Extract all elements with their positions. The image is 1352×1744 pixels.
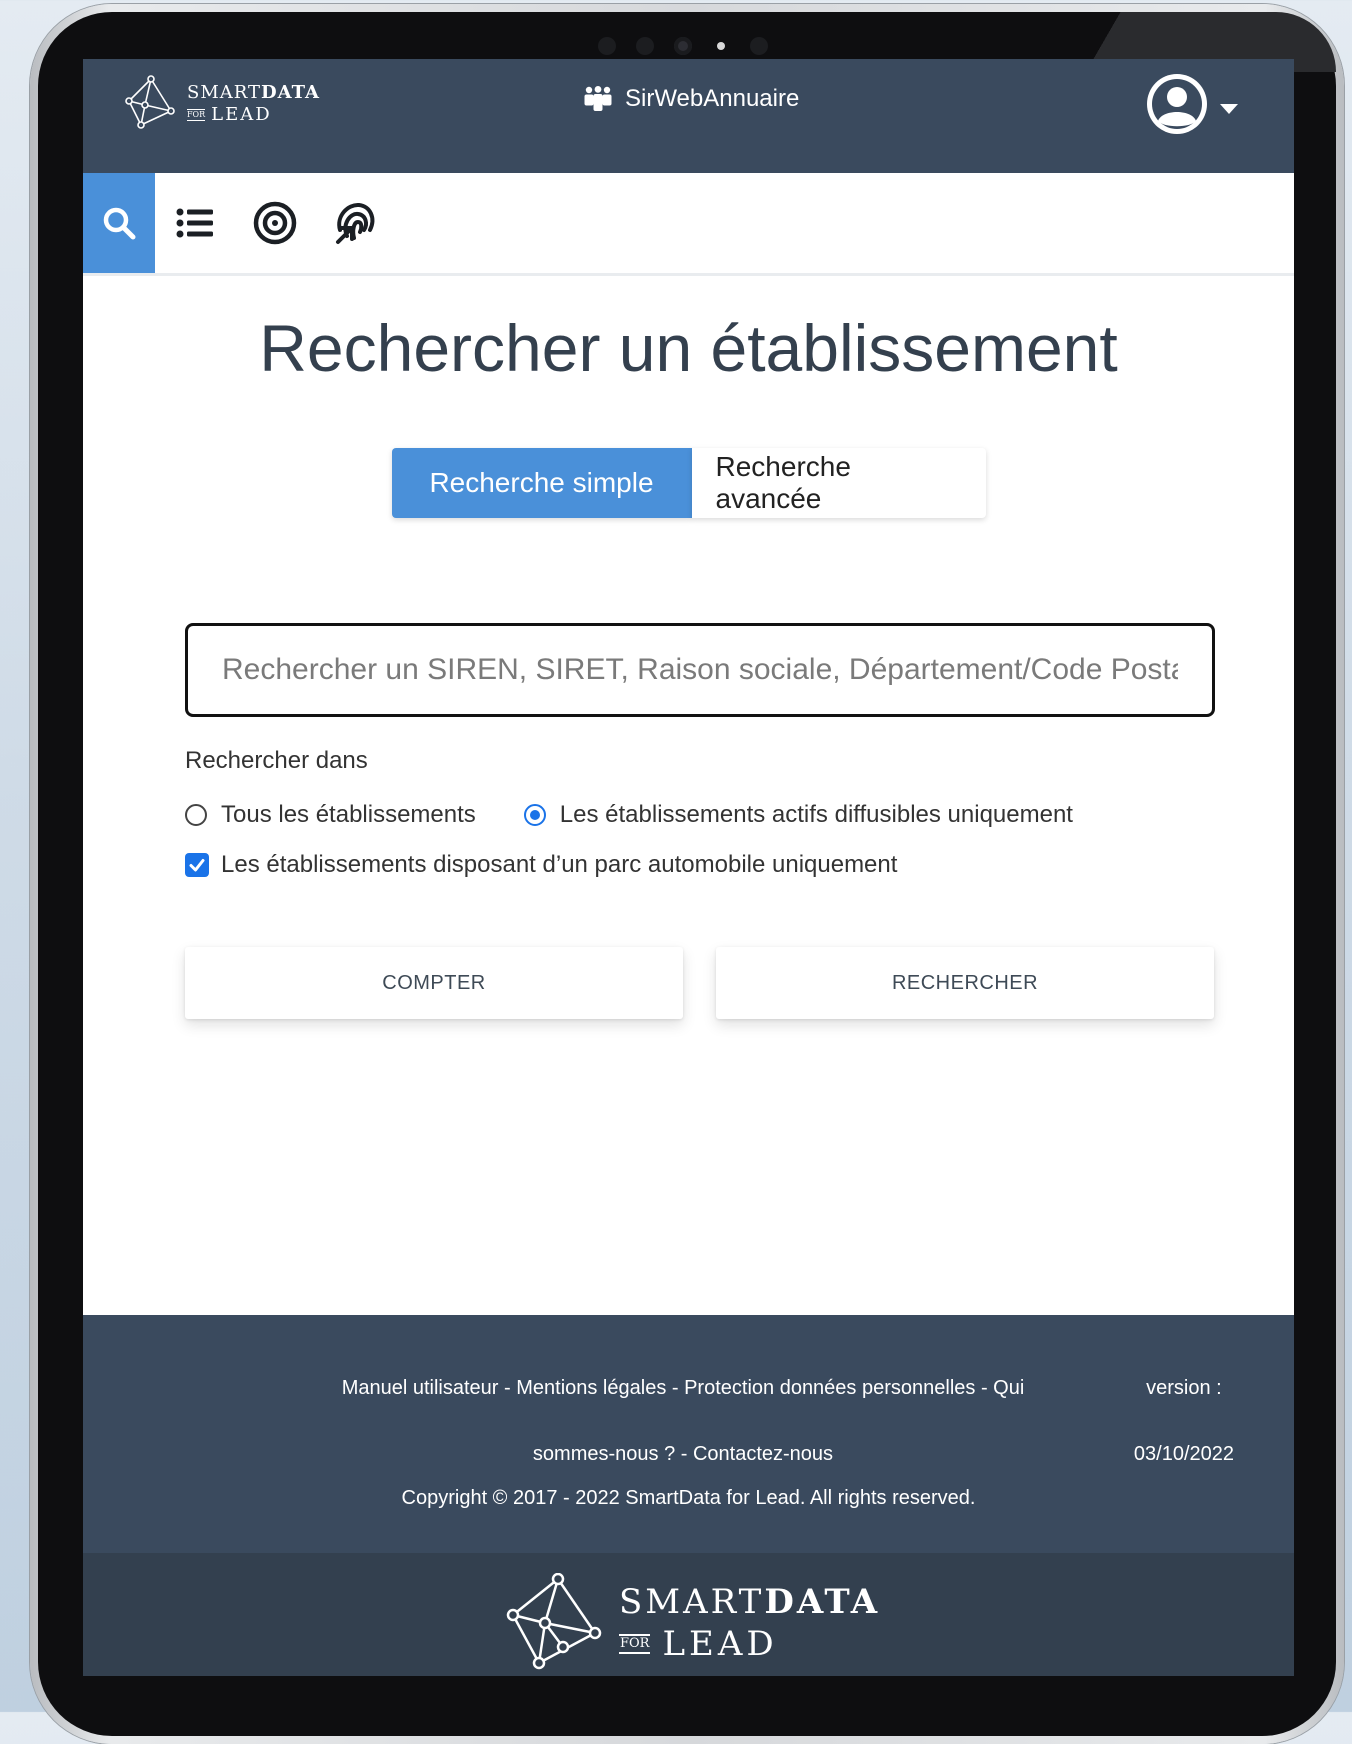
search-scope-radio-group: Tous les établissements Les établissemen… <box>185 801 1073 829</box>
camera-dot <box>636 37 654 55</box>
brand-word-lead: LEAD <box>662 1624 778 1664</box>
search-tool-button[interactable] <box>83 173 155 273</box>
radio-button[interactable] <box>185 804 207 826</box>
app-title[interactable]: SirWebAnnuaire <box>583 85 799 113</box>
footer-brand-wordmark: SMARTDATA FOR LEAD <box>619 1581 880 1665</box>
search-input[interactable] <box>188 626 1212 714</box>
tool-bar <box>83 173 1294 276</box>
brand-word-lead: LEAD <box>211 104 272 125</box>
radio-option-all[interactable]: Tous les établissements <box>185 801 476 829</box>
search-icon <box>103 207 136 240</box>
checkbox-label: Les établissements disposant d’un parc a… <box>221 851 898 878</box>
version-date: 03/10/2022 <box>1133 1443 1234 1465</box>
camera-dot <box>750 37 768 55</box>
radio-button-checked[interactable] <box>523 804 546 826</box>
brand-word-data: DATA <box>764 1582 881 1622</box>
list-tool-button[interactable] <box>155 173 235 273</box>
camera-dot <box>598 37 616 55</box>
top-navbar: SMARTDATA FOR LEAD SirWebAnnuaire <box>83 59 1294 173</box>
fingerprint-icon <box>336 202 375 244</box>
brand-logo[interactable]: SMARTDATA FOR LEAD <box>123 75 320 133</box>
camera-array <box>598 36 768 56</box>
search-mode-tabs: Recherche simple Recherche avancée <box>83 448 1294 518</box>
network-logo-icon <box>125 75 175 129</box>
app-screen: SMARTDATA FOR LEAD SirWebAnnuaire Recher… <box>83 59 1294 1676</box>
app-title-text: SirWebAnnuaire <box>625 85 800 112</box>
footer-links-line1[interactable]: Manuel utilisateur - Mentions légales - … <box>342 1377 1025 1399</box>
list-icon <box>176 208 213 238</box>
count-button[interactable]: COMPTER <box>185 947 683 1019</box>
user-menu[interactable] <box>1144 71 1238 137</box>
camera-led <box>717 42 725 50</box>
radio-option-active[interactable]: Les établissements actifs diffusibles un… <box>523 801 1073 829</box>
network-logo-icon <box>506 1573 602 1670</box>
version-info: version : 03/10/2022 <box>1134 1355 1234 1487</box>
brand-wordmark: SMARTDATA FOR LEAD <box>187 82 320 126</box>
tab-simple-search[interactable]: Recherche simple <box>391 448 692 518</box>
fingerprint-tool-button[interactable] <box>315 173 395 273</box>
radio-label: Tous les établissements <box>221 801 476 828</box>
brand-word-smart: SMART <box>187 82 262 103</box>
brand-word-data: DATA <box>261 82 320 103</box>
page-title: Rechercher un établissement <box>259 311 1118 385</box>
users-icon <box>584 86 612 111</box>
tab-advanced-search[interactable]: Recherche avancée <box>691 448 986 518</box>
checkbox-checked[interactable] <box>185 853 209 877</box>
user-circle-icon <box>1147 74 1207 134</box>
footer-logo-band: SMARTDATA FOR LEAD <box>83 1553 1294 1676</box>
brand-word-for: FOR <box>187 109 206 121</box>
footer-links: Manuel utilisateur - Mentions légales - … <box>313 1355 1053 1487</box>
target-tool-button[interactable] <box>235 173 315 273</box>
brand-word-smart: SMART <box>619 1582 765 1622</box>
footer: Manuel utilisateur - Mentions légales - … <box>83 1315 1294 1676</box>
target-icon <box>253 201 297 245</box>
copyright-text: Copyright © 2017 - 2022 SmartData for Le… <box>401 1487 976 1509</box>
chevron-down-icon <box>1220 104 1238 114</box>
camera-lens <box>674 37 692 55</box>
search-field-wrapper <box>185 623 1215 717</box>
version-label: version : <box>1146 1377 1222 1399</box>
search-scope-label: Rechercher dans <box>185 747 368 774</box>
radio-label: Les établissements actifs diffusibles un… <box>559 801 1073 828</box>
footer-links-line2[interactable]: sommes-nous ? - Contactez-nous <box>533 1443 833 1465</box>
fleet-checkbox-option[interactable]: Les établissements disposant d’un parc a… <box>185 851 897 879</box>
search-button[interactable]: RECHERCHER <box>716 947 1214 1019</box>
footer-brand-logo: SMARTDATA FOR LEAD <box>503 1573 880 1673</box>
brand-word-for: FOR <box>619 1634 651 1654</box>
check-icon <box>189 859 205 872</box>
